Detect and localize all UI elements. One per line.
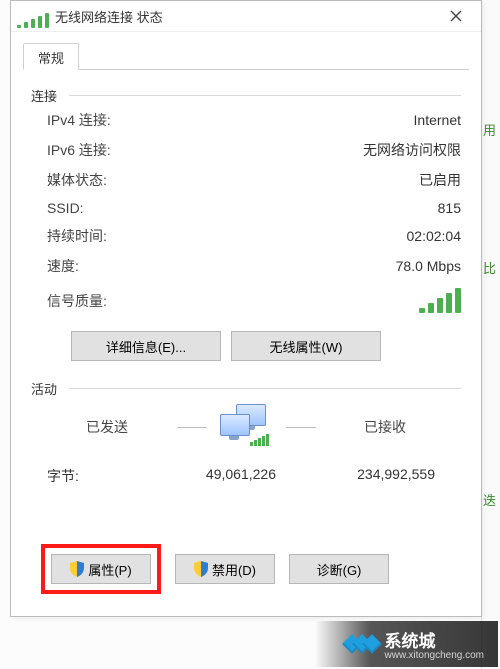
network-computers-icon	[216, 404, 276, 450]
wifi-signal-icon	[17, 4, 49, 28]
tab-general[interactable]: 常规	[23, 43, 79, 70]
ipv6-label: IPv6 连接:	[47, 140, 111, 160]
ipv4-label: IPv4 连接:	[47, 110, 111, 130]
bytes-row: 字节: 49,061,226 234,992,559	[31, 450, 461, 494]
shield-icon	[194, 561, 208, 577]
disable-button-label: 禁用(D)	[212, 560, 256, 579]
close-button[interactable]	[437, 5, 475, 27]
media-value: 已启用	[419, 170, 461, 190]
ipv6-row: IPv6 连接: 无网络访问权限	[31, 135, 461, 165]
properties-button[interactable]: 属性(P)	[51, 554, 151, 584]
close-icon	[450, 10, 462, 22]
separator-line	[286, 427, 316, 428]
media-row: 媒体状态: 已启用	[31, 165, 461, 195]
details-button[interactable]: 详细信息(E)...	[71, 331, 221, 361]
bytes-sent-value: 49,061,226	[127, 466, 286, 486]
connection-section-title: 连接	[31, 86, 57, 105]
properties-button-label: 属性(P)	[88, 560, 131, 579]
speed-label: 速度:	[47, 256, 79, 276]
bytes-received-value: 234,992,559	[286, 466, 445, 486]
highlight-box: 属性(P)	[41, 544, 161, 594]
media-label: 媒体状态:	[47, 170, 107, 190]
side-marker: 迭	[483, 490, 496, 509]
watermark-brand: 系统城	[385, 632, 436, 651]
dialog-window: 无线网络连接 状态 常规 连接 IPv4 连接: Internet IPv6 连…	[10, 0, 482, 617]
ssid-value: 815	[438, 200, 461, 216]
watermark-url: www.xitongcheng.com	[385, 650, 485, 661]
bottom-buttons: 属性(P) 禁用(D) 诊断(G)	[41, 544, 389, 594]
watermark-logo-icon	[345, 637, 379, 651]
signal-bars-icon	[419, 289, 461, 313]
duration-label: 持续时间:	[47, 226, 107, 246]
duration-row: 持续时间: 02:02:04	[31, 221, 461, 251]
sent-label: 已发送	[47, 417, 167, 437]
speed-row: 速度: 78.0 Mbps	[31, 251, 461, 281]
background-stripe	[481, 0, 500, 669]
activity-header: 已发送 已接收	[31, 398, 461, 450]
disable-button[interactable]: 禁用(D)	[175, 554, 275, 584]
ssid-row: SSID: 815	[31, 195, 461, 221]
side-marker: 比	[483, 258, 496, 277]
ipv4-row: IPv4 连接: Internet	[31, 105, 461, 135]
duration-value: 02:02:04	[407, 228, 462, 244]
wireless-properties-button[interactable]: 无线属性(W)	[231, 331, 381, 361]
side-marker: 用	[483, 120, 496, 139]
speed-value: 78.0 Mbps	[396, 258, 461, 274]
ipv6-value: 无网络访问权限	[363, 140, 461, 160]
separator-line	[177, 427, 207, 428]
connection-buttons: 详细信息(E)... 无线属性(W)	[71, 331, 461, 361]
ipv4-value: Internet	[414, 112, 461, 128]
bytes-label: 字节:	[47, 466, 127, 486]
activity-section: 活动 已发送 已接收 字节: 49,061,226 234,992,559	[31, 379, 461, 494]
tab-strip: 常规	[23, 42, 469, 70]
titlebar[interactable]: 无线网络连接 状态	[11, 1, 481, 32]
signal-row: 信号质量:	[31, 281, 461, 317]
window-title: 无线网络连接 状态	[55, 7, 437, 26]
diagnose-button[interactable]: 诊断(G)	[289, 554, 389, 584]
activity-section-title: 活动	[31, 379, 57, 398]
shield-icon	[70, 561, 84, 577]
received-label: 已接收	[325, 417, 445, 437]
ssid-label: SSID:	[47, 200, 84, 216]
diagnose-button-label: 诊断(G)	[317, 560, 362, 579]
connection-section: 连接 IPv4 连接: Internet IPv6 连接: 无网络访问权限 媒体…	[31, 86, 461, 361]
signal-label: 信号质量:	[47, 291, 107, 311]
watermark: 系统城 www.xitongcheng.com	[315, 621, 499, 667]
